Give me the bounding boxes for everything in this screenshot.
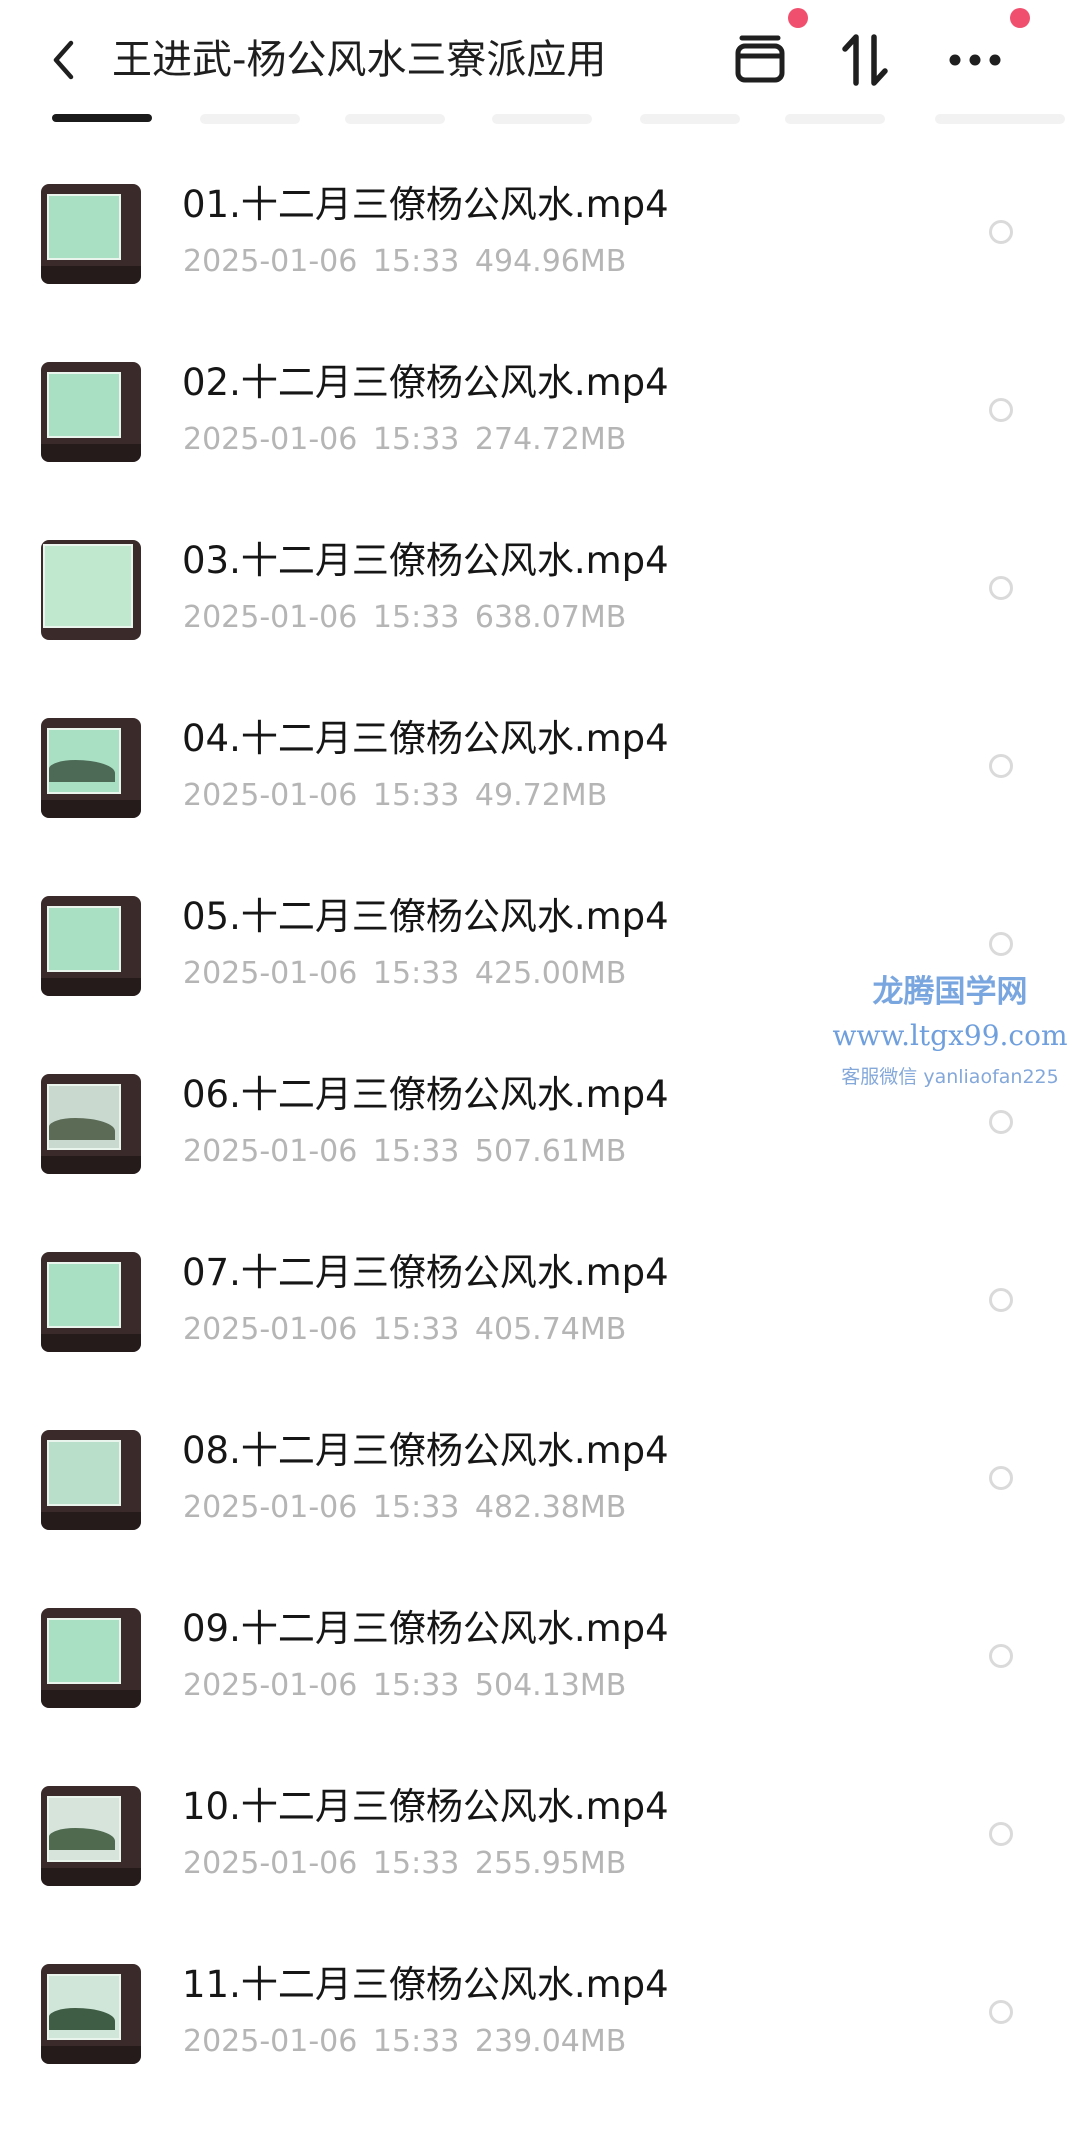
file-meta: 2025-01-06 15:33 405.74MB [183, 1312, 627, 1347]
back-button[interactable] [40, 36, 88, 84]
video-thumbnail [41, 362, 141, 462]
select-radio[interactable] [989, 1110, 1013, 1134]
file-meta: 2025-01-06 15:33 49.72MB [183, 778, 608, 813]
video-thumbnail [41, 1252, 141, 1352]
sort-button[interactable] [835, 30, 895, 90]
file-name: 02.十二月三僚杨公风水.mp4 [182, 361, 669, 404]
filter-tab-strip [0, 112, 1080, 128]
file-name: 10.十二月三僚杨公风水.mp4 [182, 1785, 669, 1828]
watermark-url: www.ltgx99.com [832, 1019, 1068, 1052]
list-item[interactable]: 03.十二月三僚杨公风水.mp4 2025-01-06 15:33 638.07… [0, 534, 1080, 712]
list-item[interactable]: 06.十二月三僚杨公风水.mp4 2025-01-06 15:33 507.61… [0, 1068, 1080, 1246]
file-name: 03.十二月三僚杨公风水.mp4 [182, 539, 669, 582]
video-thumbnail [41, 1430, 141, 1530]
file-name: 11.十二月三僚杨公风水.mp4 [182, 1963, 669, 2006]
filter-tab[interactable] [492, 114, 592, 124]
video-thumbnail [41, 1964, 141, 2064]
video-thumbnail [41, 1786, 141, 1886]
archive-icon [735, 35, 785, 83]
video-thumbnail [41, 184, 141, 284]
file-name: 09.十二月三僚杨公风水.mp4 [182, 1607, 669, 1650]
file-name: 04.十二月三僚杨公风水.mp4 [182, 717, 669, 760]
file-meta: 2025-01-06 15:33 482.38MB [183, 1490, 627, 1525]
file-meta: 2025-01-06 15:33 274.72MB [183, 422, 627, 457]
filter-tab[interactable] [640, 114, 740, 124]
file-name: 07.十二月三僚杨公风水.mp4 [182, 1251, 669, 1294]
more-badge [1010, 8, 1030, 28]
file-name: 06.十二月三僚杨公风水.mp4 [182, 1073, 669, 1116]
archive-button[interactable] [730, 30, 790, 90]
file-meta: 2025-01-06 15:33 239.04MB [183, 2024, 627, 2059]
filter-tab[interactable] [345, 114, 445, 124]
select-radio[interactable] [989, 754, 1013, 778]
video-thumbnail [41, 718, 141, 818]
select-radio[interactable] [989, 1466, 1013, 1490]
filter-tab[interactable] [200, 114, 300, 124]
list-item[interactable]: 08.十二月三僚杨公风水.mp4 2025-01-06 15:33 482.38… [0, 1424, 1080, 1602]
file-meta: 2025-01-06 15:33 504.13MB [183, 1668, 627, 1703]
notification-badge [788, 8, 808, 28]
video-thumbnail [41, 540, 141, 640]
more-icon [949, 54, 1001, 66]
list-item[interactable]: 04.十二月三僚杨公风水.mp4 2025-01-06 15:33 49.72M… [0, 712, 1080, 890]
file-meta: 2025-01-06 15:33 494.96MB [183, 244, 627, 279]
watermark-site-name: 龙腾国学网 [872, 974, 1028, 1010]
file-meta: 2025-01-06 15:33 638.07MB [183, 600, 627, 635]
list-item[interactable]: 07.十二月三僚杨公风水.mp4 2025-01-06 15:33 405.74… [0, 1246, 1080, 1424]
select-radio[interactable] [989, 1644, 1013, 1668]
file-meta: 2025-01-06 15:33 255.95MB [183, 1846, 627, 1881]
file-name: 08.十二月三僚杨公风水.mp4 [182, 1429, 669, 1472]
list-item[interactable]: 11.十二月三僚杨公风水.mp4 2025-01-06 15:33 239.04… [0, 1958, 1080, 2136]
page-title: 王进武-杨公风水三寮派应用 [112, 37, 607, 83]
file-meta: 2025-01-06 15:33 507.61MB [183, 1134, 627, 1169]
file-meta: 2025-01-06 15:33 425.00MB [183, 956, 627, 991]
filter-tab-active[interactable] [52, 114, 152, 122]
file-name: 05.十二月三僚杨公风水.mp4 [182, 895, 669, 938]
select-radio[interactable] [989, 1822, 1013, 1846]
top-bar: 王进武-杨公风水三寮派应用 [0, 0, 1080, 120]
more-button[interactable] [945, 30, 1005, 90]
list-item[interactable]: 09.十二月三僚杨公风水.mp4 2025-01-06 15:33 504.13… [0, 1602, 1080, 1780]
list-item[interactable]: 01.十二月三僚杨公风水.mp4 2025-01-06 15:33 494.96… [0, 178, 1080, 356]
list-item[interactable]: 10.十二月三僚杨公风水.mp4 2025-01-06 15:33 255.95… [0, 1780, 1080, 1958]
watermark-contact: 客服微信 yanliaofan225 [841, 1066, 1059, 1088]
file-name: 01.十二月三僚杨公风水.mp4 [182, 183, 669, 226]
filter-tab[interactable] [785, 114, 885, 124]
filter-tab[interactable] [935, 114, 1065, 124]
select-radio[interactable] [989, 2000, 1013, 2024]
back-icon [53, 40, 74, 80]
select-radio[interactable] [989, 220, 1013, 244]
sort-icon [842, 34, 888, 86]
select-radio[interactable] [989, 932, 1013, 956]
select-radio[interactable] [989, 398, 1013, 422]
select-radio[interactable] [989, 1288, 1013, 1312]
video-thumbnail [41, 1608, 141, 1708]
video-thumbnail [41, 1074, 141, 1174]
watermark: 龙腾国学网 www.ltgx99.com 客服微信 yanliaofan225 [830, 970, 1070, 1092]
video-thumbnail [41, 896, 141, 996]
select-radio[interactable] [989, 576, 1013, 600]
list-item[interactable]: 02.十二月三僚杨公风水.mp4 2025-01-06 15:33 274.72… [0, 356, 1080, 534]
